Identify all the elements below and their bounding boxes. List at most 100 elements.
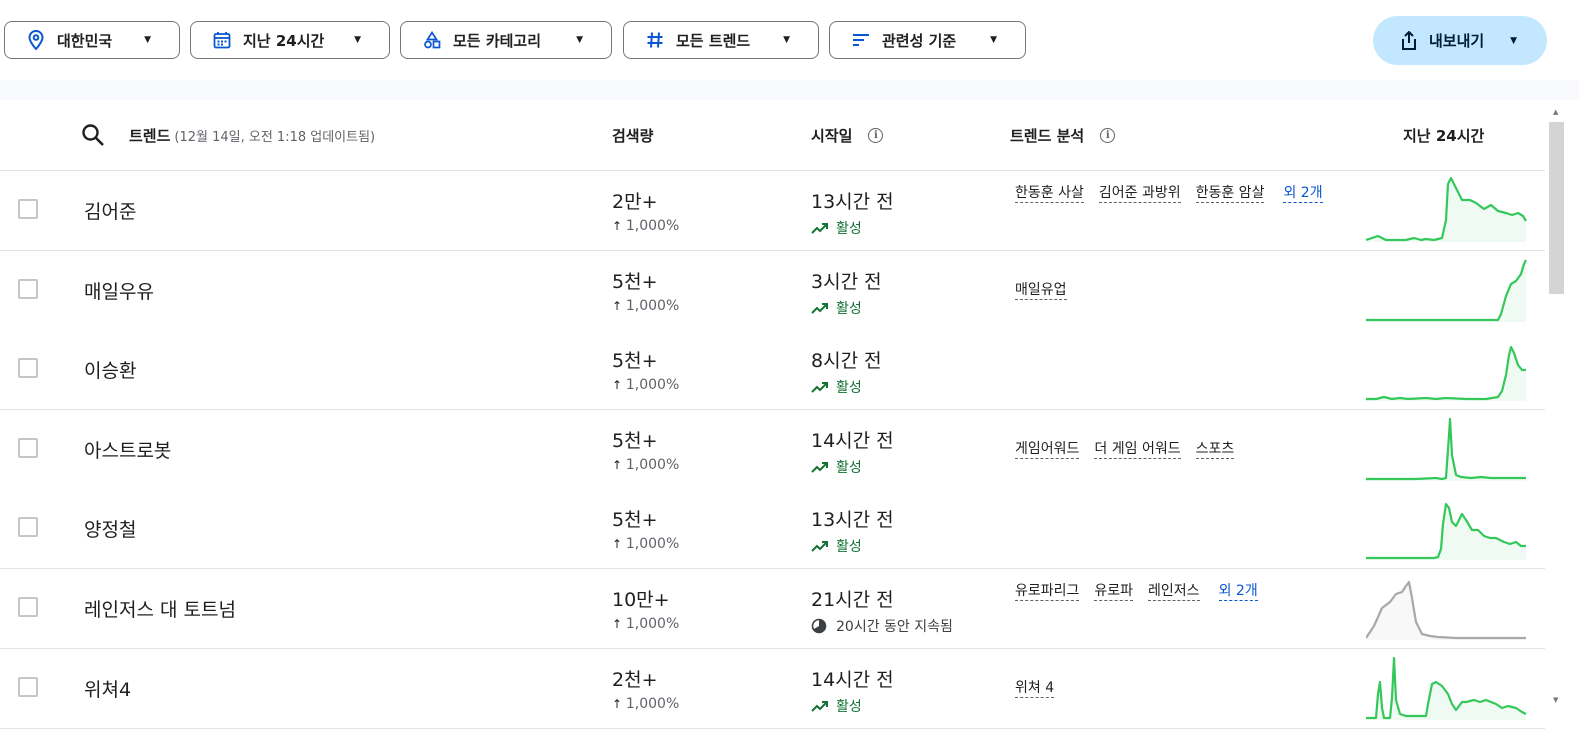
related-keywords: 한동훈 사살 김어준 과방위 한동훈 암살 외 2개 bbox=[1015, 184, 1335, 203]
started-time: 8시간 전 bbox=[811, 350, 882, 372]
category-filter-label: 모든 카테고리 bbox=[453, 31, 542, 50]
volume-change-value: 1,000% bbox=[625, 298, 680, 314]
keyword-chip[interactable]: 더 게임 어워드 bbox=[1094, 440, 1181, 459]
keyword-chip[interactable]: 한동훈 사살 bbox=[1015, 184, 1084, 203]
started-time: 14시간 전 bbox=[811, 430, 894, 452]
search-volume: 5천+ bbox=[612, 271, 658, 293]
search-icon[interactable] bbox=[81, 123, 105, 147]
trending-up-icon bbox=[811, 380, 831, 394]
volume-change: ↑ 1,000% bbox=[612, 696, 679, 712]
status-label: 활성 bbox=[836, 699, 862, 715]
started-time: 14시간 전 bbox=[811, 669, 894, 691]
keyword-chip[interactable]: 위쳐 4 bbox=[1015, 679, 1055, 698]
volume-change-value: 1,000% bbox=[625, 457, 680, 473]
category-shapes-icon bbox=[421, 29, 443, 51]
status-badge: 활성 bbox=[811, 218, 862, 238]
search-volume: 2천+ bbox=[612, 669, 658, 691]
arrow-up-icon: ↑ bbox=[612, 537, 626, 551]
table-row[interactable]: 김어준 2만+ ↑ 1,000% 13시간 전 활성 한동훈 사살 김어준 과방위 한동훈 암… bbox=[0, 171, 1545, 251]
started-time: 13시간 전 bbox=[811, 191, 894, 213]
sort-filter-button[interactable]: 관련성 기준 ▼ bbox=[829, 21, 1026, 59]
sparkline-line bbox=[1366, 259, 1527, 322]
scrollbar-thumb[interactable] bbox=[1549, 122, 1564, 294]
chevron-down-icon: ▼ bbox=[576, 35, 583, 45]
trending-up-icon bbox=[811, 301, 831, 315]
keyword-chip[interactable]: 레인저스 bbox=[1148, 582, 1200, 601]
table-row[interactable]: 이승환 5천+ ↑ 1,000% 8시간 전 활성 bbox=[0, 330, 1545, 410]
volume-change-value: 1,000% bbox=[625, 536, 680, 552]
keyword-chip[interactable]: 유로파리그 bbox=[1015, 582, 1080, 601]
scroll-down-icon[interactable]: ▼ bbox=[1553, 696, 1558, 704]
keyword-chip[interactable]: 매일유업 bbox=[1015, 281, 1067, 300]
region-filter-button[interactable]: 대한민국 ▼ bbox=[4, 21, 180, 59]
export-button[interactable]: 내보내기 ▼ bbox=[1373, 16, 1547, 65]
volume-change: ↑ 1,000% bbox=[612, 616, 679, 632]
trend-name[interactable]: 양정철 bbox=[84, 515, 136, 542]
scroll-up-icon[interactable]: ▲ bbox=[1553, 108, 1558, 116]
volume-change: ↑ 1,000% bbox=[612, 218, 679, 234]
started-time: 3시간 전 bbox=[811, 271, 882, 293]
arrow-up-icon: ↑ bbox=[612, 219, 626, 233]
row-checkbox[interactable] bbox=[18, 279, 38, 299]
trend-name[interactable]: 위쳐4 bbox=[84, 675, 131, 702]
row-checkbox[interactable] bbox=[18, 199, 38, 219]
trend-name[interactable]: 레인저스 대 토트넘 bbox=[84, 595, 236, 622]
filter-bar: 대한민국 ▼ 지난 24시간 ▼ 모든 카테고리 ▼ 모든 트렌드 ▼ 관련성 … bbox=[0, 0, 1565, 80]
keyword-chip[interactable]: 유로파 bbox=[1094, 582, 1134, 601]
table-row[interactable]: 아스트로봇 5천+ ↑ 1,000% 14시간 전활성 게임어워드 더 게임 어워드 스포츠 bbox=[0, 410, 1545, 490]
more-keywords-link[interactable]: 외 2개 bbox=[1218, 582, 1258, 601]
status-label: 활성 bbox=[836, 460, 862, 476]
keyword-chip[interactable]: 스포츠 bbox=[1195, 440, 1235, 459]
volume-change-value: 1,000% bbox=[625, 696, 680, 712]
chevron-down-icon: ▼ bbox=[783, 35, 790, 45]
volume-change-value: 1,000% bbox=[625, 616, 680, 632]
sparkline-chart bbox=[1365, 176, 1528, 246]
trend-name[interactable]: 이승환 bbox=[84, 356, 136, 383]
sort-filter-label: 관련성 기준 bbox=[882, 31, 957, 50]
arrow-up-icon: ↑ bbox=[612, 617, 626, 631]
trending-up-icon bbox=[811, 699, 831, 713]
time-filter-button[interactable]: 지난 24시간 ▼ bbox=[190, 21, 390, 59]
scrollbar[interactable]: ▲ ▼ bbox=[1549, 100, 1565, 720]
trend-name[interactable]: 아스트로봇 bbox=[84, 436, 171, 463]
sparkline-area bbox=[1366, 504, 1526, 560]
status-label: 활성 bbox=[836, 380, 862, 396]
info-icon[interactable]: i bbox=[868, 127, 884, 143]
keyword-chip[interactable]: 김어준 과방위 bbox=[1098, 184, 1181, 203]
info-icon[interactable]: i bbox=[1100, 127, 1116, 143]
volume-column-header[interactable]: 검색량 bbox=[612, 100, 653, 170]
row-checkbox[interactable] bbox=[18, 358, 38, 378]
trend-filter-button[interactable]: 모든 트렌드 ▼ bbox=[623, 21, 819, 59]
table-row[interactable]: 매일우유 5천+ ↑ 1,000% 3시간 전 활성 매일유업 bbox=[0, 251, 1545, 331]
location-pin-icon bbox=[25, 29, 47, 51]
keyword-chip[interactable]: 한동훈 암살 bbox=[1195, 184, 1265, 203]
sparkline-chart bbox=[1366, 654, 1528, 724]
search-volume: 10만+ bbox=[612, 589, 670, 611]
related-keywords: 게임어워드 더 게임 어워드 스포츠 bbox=[1015, 440, 1335, 459]
keyword-chip[interactable]: 게임어워드 bbox=[1015, 440, 1080, 459]
table-row[interactable]: 양정철 5천+ ↑ 1,000% 13시간 전 활성 bbox=[0, 489, 1545, 569]
volume-change-value: 1,000% bbox=[625, 377, 680, 393]
time-filter-label: 지난 24시간 bbox=[243, 31, 325, 50]
table-row[interactable]: 레인저스 대 토트넘 10만+ ↑ 1,000% 21시간 전 20시간 동안 지속됨 유… bbox=[0, 569, 1545, 649]
trend-name[interactable]: 매일우유 bbox=[84, 277, 154, 304]
timer-icon bbox=[811, 618, 831, 634]
row-checkbox[interactable] bbox=[18, 677, 38, 697]
row-checkbox[interactable] bbox=[18, 517, 38, 537]
trending-up-icon bbox=[811, 539, 831, 553]
divider-band bbox=[0, 80, 1579, 100]
row-checkbox[interactable] bbox=[18, 597, 38, 617]
started-column-header[interactable]: 시작일 i bbox=[811, 100, 884, 170]
arrow-up-icon: ↑ bbox=[612, 458, 626, 472]
category-filter-button[interactable]: 모든 카테고리 ▼ bbox=[400, 21, 612, 59]
sparkline-line bbox=[1366, 417, 1526, 481]
past24-column-header: 지난 24시간 bbox=[1403, 100, 1484, 170]
more-keywords-link[interactable]: 외 2개 bbox=[1283, 184, 1323, 203]
table-row[interactable]: 위쳐4 2천+ ↑ 1,000% 14시간 전활성 위쳐 4 bbox=[0, 649, 1545, 729]
search-volume: 5천+ bbox=[612, 430, 658, 452]
trend-name[interactable]: 김어준 bbox=[84, 197, 136, 224]
trending-up-icon bbox=[811, 221, 831, 235]
row-checkbox[interactable] bbox=[18, 438, 38, 458]
calendar-icon bbox=[211, 29, 233, 51]
trend-header-label: 트렌드 bbox=[129, 126, 171, 145]
